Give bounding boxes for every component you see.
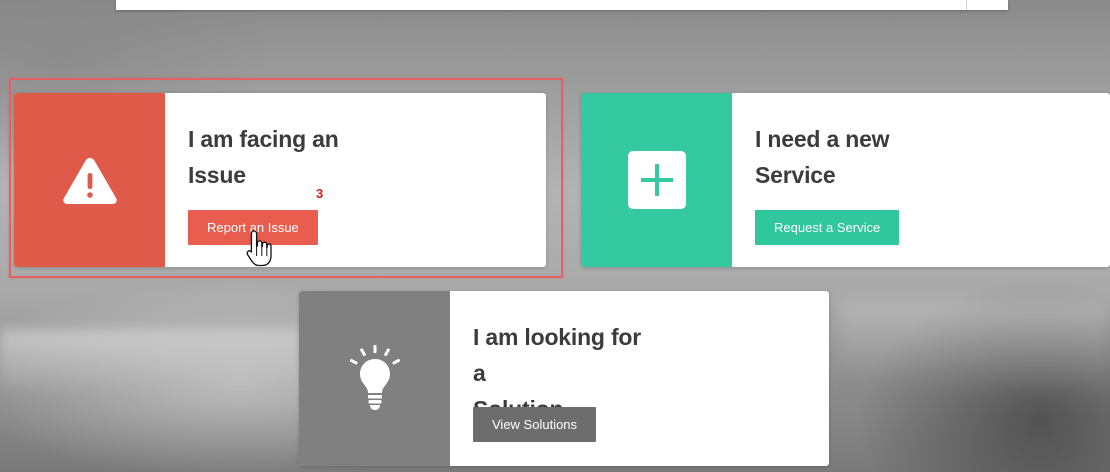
step-number-annotation: 3: [316, 186, 324, 201]
issue-title-line1: I am facing an: [188, 126, 339, 152]
solution-card-icon-area: [299, 291, 450, 466]
service-card: I need a new Service Request a Service: [581, 93, 1110, 267]
solution-title-line1: I am looking for a: [473, 324, 642, 386]
service-title-line2: Service: [755, 162, 836, 188]
plus-icon: [627, 151, 686, 209]
issue-title-line2: Issue: [188, 162, 246, 188]
view-solutions-button[interactable]: View Solutions: [473, 407, 597, 442]
top-panel: [116, 0, 1008, 10]
issue-card-title: I am facing an Issue: [188, 121, 368, 193]
top-panel-divider: [966, 0, 967, 10]
service-card-icon-area: [581, 93, 732, 267]
request-service-button[interactable]: Request a Service: [755, 210, 900, 245]
issue-card-icon-area: [14, 93, 165, 267]
solution-card: I am looking for a Solution View Solutio…: [299, 291, 829, 466]
lightbulb-icon: [349, 344, 400, 410]
service-title-line1: I need a new: [755, 126, 890, 152]
report-issue-button[interactable]: Report an Issue: [188, 210, 318, 245]
background-blur-left: [0, 330, 300, 390]
warning-icon: [62, 158, 117, 204]
issue-card: I am facing an Issue Report an Issue: [14, 93, 546, 267]
service-card-title: I need a new Service: [755, 121, 935, 193]
background-blur-right: [840, 300, 1110, 390]
